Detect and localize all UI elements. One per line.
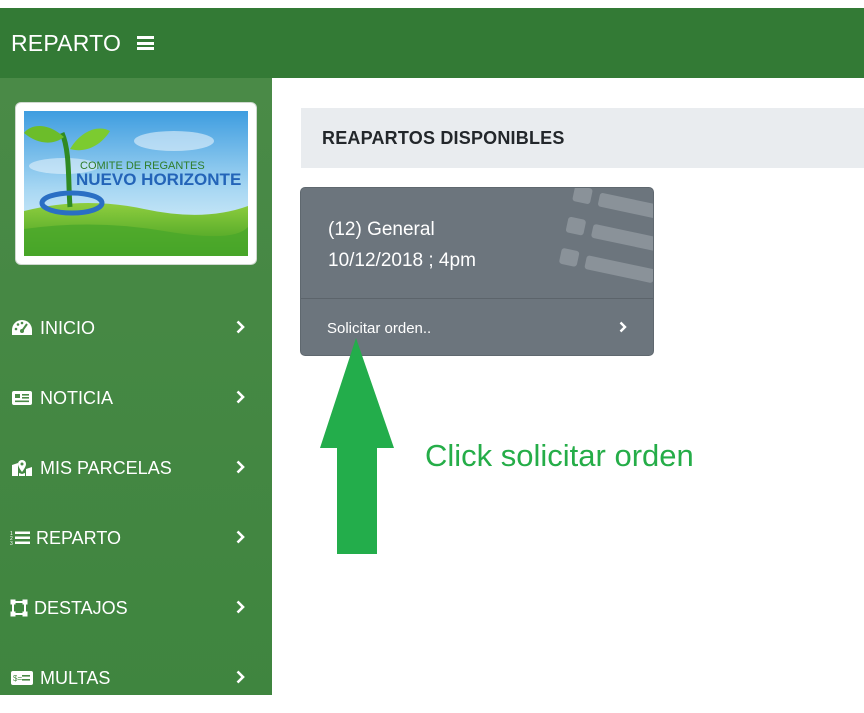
instruction-text: Click solicitar orden (425, 438, 694, 473)
page-title-bar: REAPARTOS DISPONIBLES (301, 108, 864, 168)
top-strip (0, 0, 864, 8)
sidebar-item-label: INICIO (40, 317, 96, 338)
list-icon (559, 188, 653, 283)
logo-image: COMITE DE REGANTES NUEVO HORIZONTE (24, 111, 248, 256)
vector-square-icon (10, 599, 28, 617)
chevron-right-icon (236, 530, 245, 544)
solicitar-orden-link[interactable]: Solicitar orden.. (301, 298, 653, 355)
sidebar-item-multas[interactable]: $= MULTAS (0, 643, 272, 713)
map-marker-icon (10, 459, 34, 477)
sidebar-item-reparto[interactable]: 123 REPARTO (0, 503, 272, 573)
sidebar-item-noticia[interactable]: NOTICIA (0, 363, 272, 433)
page-title: REAPARTOS DISPONIBLES (322, 127, 565, 148)
logo-line2: NUEVO HORIZONTE (76, 170, 241, 189)
sidebar-item-label: DESTAJOS (34, 597, 128, 618)
app-brand[interactable]: REPARTO (11, 30, 121, 57)
chevron-right-icon (236, 460, 245, 474)
chevron-right-icon (236, 670, 245, 684)
svg-text:3: 3 (10, 541, 13, 546)
sidebar-item-label: NOTICIA (40, 387, 114, 408)
reparto-name: (12) General (328, 219, 435, 240)
list-icon: 123 (10, 529, 30, 547)
sidebar-item-label: MULTAS (40, 667, 111, 688)
reparto-datetime: 10/12/2018 ; 4pm (328, 250, 476, 271)
sidebar-item-inicio[interactable]: INICIO (0, 293, 272, 363)
sidebar-item-label: REPARTO (36, 527, 122, 548)
svg-text:$=: $= (13, 674, 22, 683)
chevron-right-icon (236, 390, 245, 404)
sidebar-menu: INICIO NOTICIA MIS PARCELAS 123 REPARTO (0, 293, 272, 713)
logo: COMITE DE REGANTES NUEVO HORIZONTE (16, 103, 256, 264)
reparto-card: (12) General 10/12/2018 ; 4pm Solicitar … (301, 188, 653, 355)
sidebar-item-destajos[interactable]: DESTAJOS (0, 573, 272, 643)
chevron-right-icon (619, 321, 627, 333)
chevron-right-icon (236, 320, 245, 334)
solicitar-orden-label: Solicitar orden.. (327, 320, 432, 337)
newspaper-icon (10, 389, 34, 407)
sidebar-item-label: MIS PARCELAS (40, 457, 172, 478)
hamburger-icon[interactable] (137, 36, 155, 50)
tachometer-icon (10, 319, 34, 337)
sidebar-item-mis-parcelas[interactable]: MIS PARCELAS (0, 433, 272, 503)
money-bill-icon: $= (10, 669, 34, 687)
sidebar: COMITE DE REGANTES NUEVO HORIZONTE INICI… (0, 78, 272, 695)
top-navbar: REPARTO (0, 8, 864, 78)
chevron-right-icon (236, 600, 245, 614)
